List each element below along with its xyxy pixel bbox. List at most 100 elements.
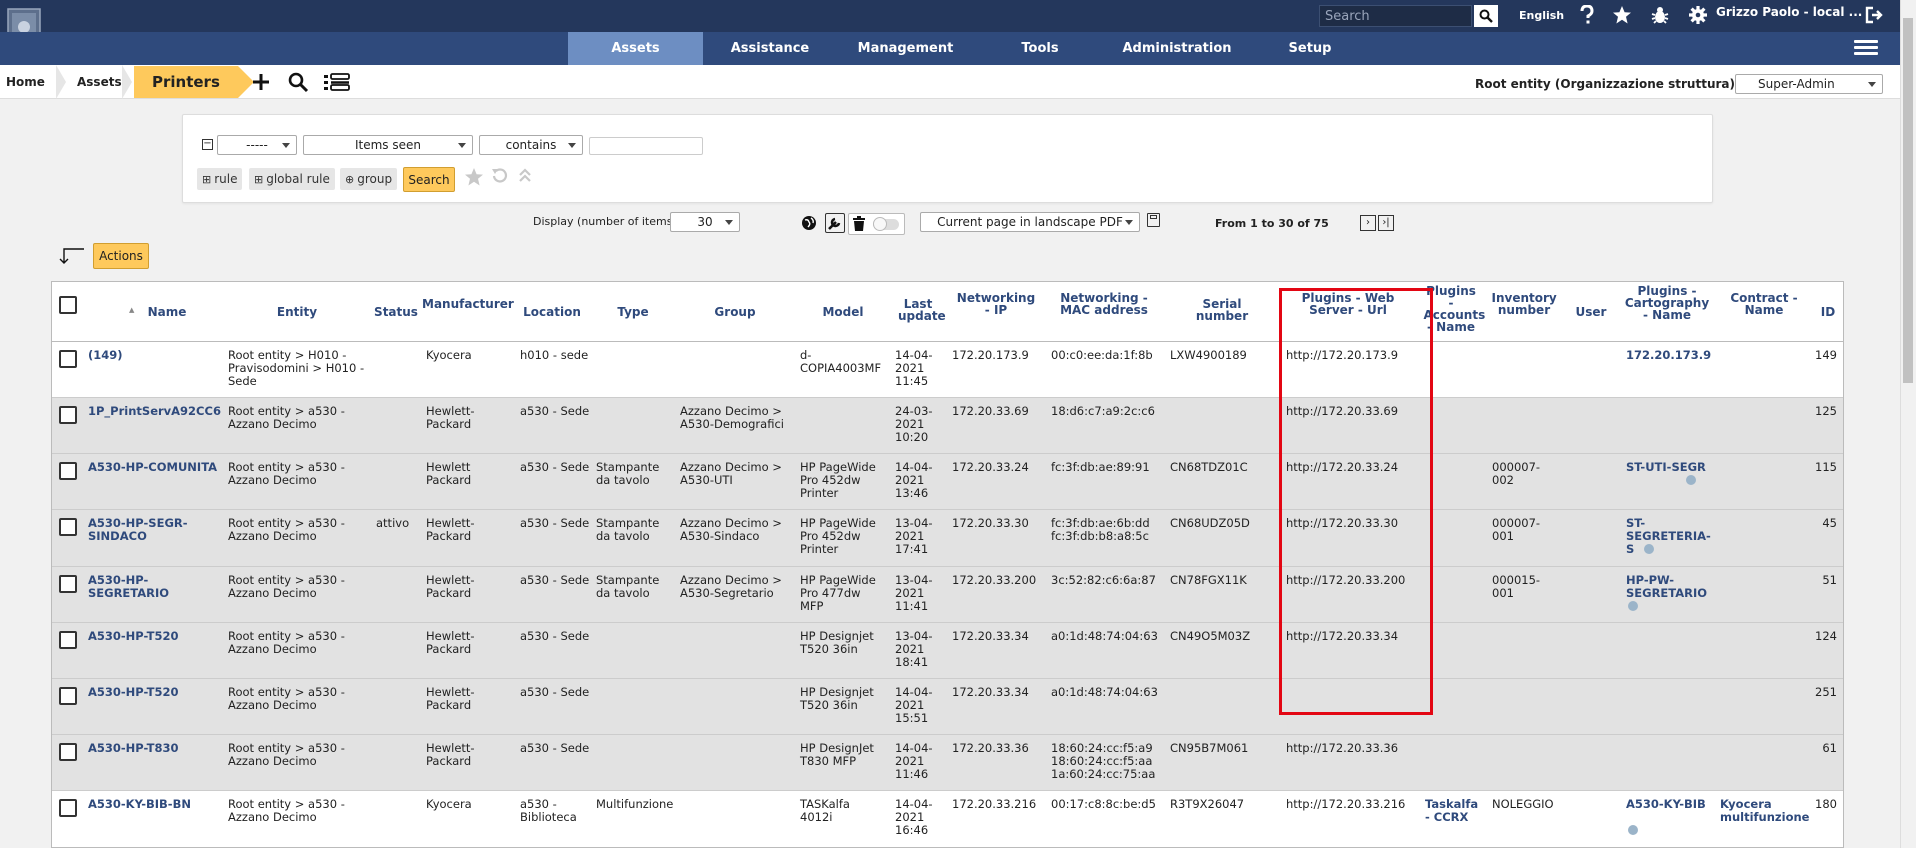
- wrench-icon[interactable]: [825, 213, 845, 233]
- cell-contract[interactable]: Kyocera multifunzione: [1720, 798, 1810, 824]
- save-search-star-icon[interactable]: [464, 167, 484, 187]
- row-checkbox[interactable]: [59, 631, 77, 649]
- globe-icon[interactable]: [1628, 825, 1638, 835]
- table-row[interactable]: A530-HP-COMUNITA Root entity > a530 - Azz…: [52, 454, 1843, 510]
- tab-administration[interactable]: Administration: [1112, 32, 1242, 65]
- criteria-value-input[interactable]: [589, 137, 703, 155]
- current-entity[interactable]: Root entity (Organizzazione struttura): [1475, 77, 1735, 91]
- breadcrumb-home[interactable]: Home: [6, 65, 45, 99]
- cell-name[interactable]: A530-KY-BIB-BN: [88, 798, 223, 811]
- last-page-icon[interactable]: ›|: [1378, 215, 1394, 231]
- search-icon[interactable]: [287, 71, 309, 93]
- cell-carto[interactable]: ST-UTI-SEGR: [1626, 461, 1711, 474]
- cell-name[interactable]: A530-HP-SEGRETARIO: [88, 574, 223, 600]
- row-checkbox[interactable]: [59, 462, 77, 480]
- tab-setup[interactable]: Setup: [1280, 32, 1340, 65]
- trash-toggle[interactable]: [848, 213, 905, 235]
- column-header[interactable]: Entity: [267, 306, 327, 318]
- table-row[interactable]: A530-HP-SEGR-SINDACO Root entity > a530 -…: [52, 510, 1843, 567]
- collapse-icon[interactable]: −: [202, 139, 213, 150]
- select-all-checkbox[interactable]: [59, 296, 77, 314]
- add-global-rule-button[interactable]: ⊞ global rule: [249, 168, 335, 190]
- display-count-select[interactable]: 30: [670, 212, 740, 232]
- table-row[interactable]: A530-HP-T520 Root entity > a530 - Azzano …: [52, 679, 1843, 735]
- globe-icon[interactable]: [801, 215, 817, 231]
- table-row[interactable]: (149) Root entity > H010 - Pravisodomini …: [52, 342, 1843, 398]
- row-checkbox[interactable]: [59, 350, 77, 368]
- cell-carto[interactable]: 172.20.173.9: [1626, 349, 1711, 362]
- scrollbar-thumb[interactable]: [1903, 18, 1913, 383]
- criteria-link-select[interactable]: -----: [217, 135, 297, 155]
- table-row[interactable]: A530-KY-BIB-BN Root entity > a530 - Azzan…: [52, 791, 1843, 847]
- add-rule-button[interactable]: ⊞ rule: [197, 168, 243, 190]
- profile-select[interactable]: Super-Admin: [1735, 74, 1883, 94]
- cell-name[interactable]: A530-HP-SEGR-SINDACO: [88, 517, 223, 543]
- table-row[interactable]: A530-HP-T830 Root entity > a530 - Azzano …: [52, 735, 1843, 791]
- globe-icon[interactable]: [1644, 544, 1654, 554]
- language-selector[interactable]: English: [1519, 9, 1564, 22]
- export-save-icon[interactable]: [1147, 213, 1160, 227]
- column-header[interactable]: ID: [1816, 306, 1841, 318]
- table-row[interactable]: A530-HP-T520 Root entity > a530 - Azzano …: [52, 623, 1843, 679]
- reset-icon[interactable]: [491, 167, 509, 185]
- tab-management[interactable]: Management: [848, 32, 963, 65]
- search-input[interactable]: [1319, 5, 1472, 27]
- help-icon[interactable]: [1576, 4, 1598, 26]
- tab-assets[interactable]: Assets: [568, 32, 703, 65]
- menu-icon[interactable]: [1854, 38, 1878, 60]
- column-header[interactable]: Last update: [898, 298, 946, 322]
- cell-name[interactable]: A530-HP-T520: [88, 630, 223, 643]
- sort-asc-icon[interactable]: ▲: [129, 306, 134, 314]
- criteria-field-select[interactable]: Items seen: [303, 135, 473, 155]
- cell-carto[interactable]: HP-PW-SEGRETARIO: [1626, 574, 1711, 600]
- cell-carto[interactable]: A530-KY-BIB: [1626, 798, 1711, 811]
- column-header[interactable]: Location: [522, 306, 582, 318]
- column-header[interactable]: Type: [613, 306, 653, 318]
- row-checkbox[interactable]: [59, 743, 77, 761]
- column-header[interactable]: Contract - Name: [1729, 292, 1799, 316]
- criteria-operator-select[interactable]: contains: [479, 135, 583, 155]
- bug-icon[interactable]: [1649, 4, 1671, 26]
- row-checkbox[interactable]: [59, 575, 77, 593]
- column-header[interactable]: Model: [818, 306, 868, 318]
- globe-icon[interactable]: [1686, 475, 1696, 485]
- column-header[interactable]: Status: [374, 306, 419, 318]
- actions-button[interactable]: Actions: [93, 243, 149, 269]
- cell-name[interactable]: A530-HP-T520: [88, 686, 223, 699]
- tab-tools[interactable]: Tools: [1005, 32, 1075, 65]
- cell-name[interactable]: 1P_PrintServA92CC6: [88, 405, 223, 418]
- column-header[interactable]: Name: [127, 306, 207, 318]
- column-header[interactable]: Manufacturer: [422, 298, 514, 310]
- export-format-select[interactable]: Current page in landscape PDF: [920, 212, 1140, 232]
- column-header[interactable]: User: [1571, 306, 1611, 318]
- row-checkbox[interactable]: [59, 518, 77, 536]
- search-button[interactable]: Search: [403, 167, 455, 192]
- table-row[interactable]: 1P_PrintServA92CC6 Root entity > a530 - A…: [52, 398, 1843, 454]
- column-header[interactable]: Plugins - Cartography - Name: [1625, 285, 1710, 321]
- breadcrumb-printers[interactable]: Printers: [134, 66, 254, 98]
- tab-assistance[interactable]: Assistance: [720, 32, 820, 65]
- gear-icon[interactable]: [1687, 4, 1709, 26]
- logout-icon[interactable]: [1864, 4, 1886, 26]
- cell-name[interactable]: A530-HP-T830: [88, 742, 223, 755]
- column-header[interactable]: Group: [705, 306, 765, 318]
- breadcrumb-assets[interactable]: Assets: [77, 65, 122, 99]
- row-checkbox[interactable]: [59, 687, 77, 705]
- next-page-icon[interactable]: ›: [1360, 215, 1376, 231]
- globe-icon[interactable]: [1628, 601, 1638, 611]
- add-icon[interactable]: [250, 71, 272, 93]
- column-header[interactable]: Serial number: [1175, 298, 1270, 322]
- add-group-button[interactable]: ⊕ group: [340, 168, 398, 190]
- column-header[interactable]: Networking - MAC address: [1057, 292, 1152, 316]
- list-view-icon[interactable]: [323, 72, 351, 92]
- star-icon[interactable]: [1611, 4, 1633, 26]
- search-icon[interactable]: [1474, 5, 1498, 27]
- row-checkbox[interactable]: [59, 406, 77, 424]
- row-checkbox[interactable]: [59, 799, 77, 817]
- cell-accounts[interactable]: Taskalfa - CCRX: [1425, 798, 1480, 824]
- user-menu[interactable]: Grizzo Paolo - local ...: [1716, 5, 1862, 19]
- column-header[interactable]: Networking - IP: [954, 292, 1039, 316]
- cell-carto[interactable]: ST-SEGRETERIA-S: [1626, 517, 1711, 556]
- table-row[interactable]: A530-HP-SEGRETARIO Root entity > a530 - A…: [52, 567, 1843, 623]
- fold-icon[interactable]: [517, 167, 533, 185]
